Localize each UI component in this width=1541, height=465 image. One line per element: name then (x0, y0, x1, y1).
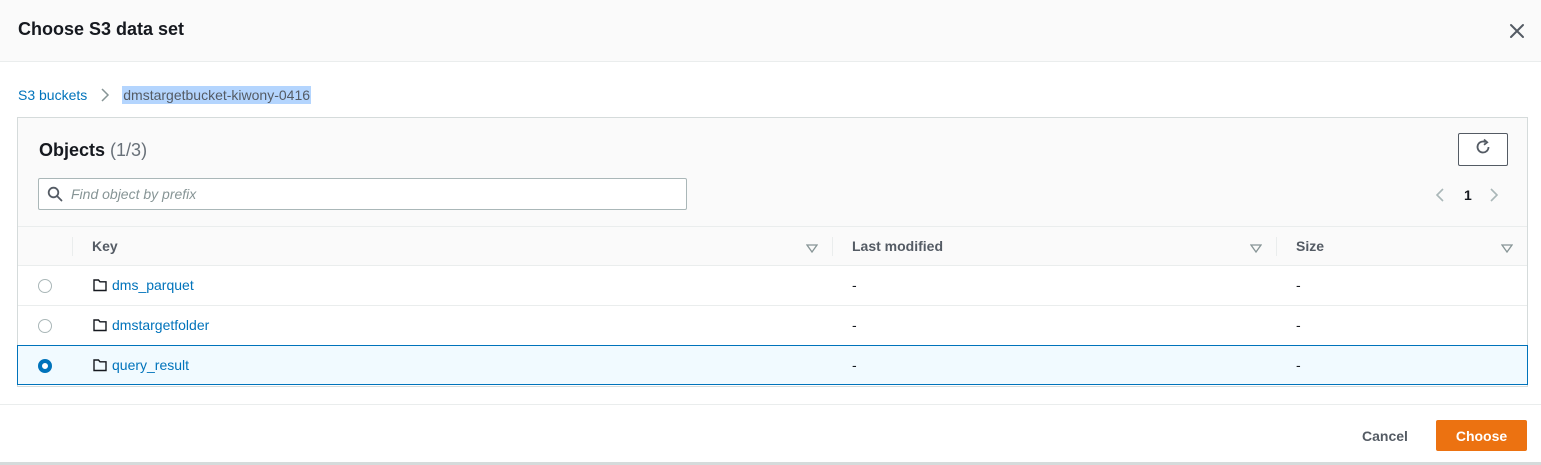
sort-caret-icon[interactable] (1249, 241, 1263, 254)
size-cell: - (1296, 317, 1301, 333)
row-radio[interactable] (38, 319, 52, 333)
column-header-size[interactable]: Size (1296, 227, 1324, 265)
chevron-right-icon (98, 88, 112, 102)
refresh-icon (1474, 138, 1492, 161)
column-header-last-modified[interactable]: Last modified (852, 227, 943, 265)
close-icon[interactable] (1506, 20, 1528, 42)
table-row[interactable]: dmstargetfolder - - (18, 306, 1527, 346)
page-number[interactable]: 1 (1464, 187, 1472, 203)
objects-title: Objects (1/3) (39, 140, 147, 161)
object-key-link[interactable]: query_result (112, 357, 189, 373)
table-row-selected[interactable]: query_result - - (17, 345, 1528, 385)
search-input[interactable] (71, 179, 681, 209)
folder-icon (93, 278, 107, 292)
objects-container: Objects (1/3) Find object by prefix 1 Ke… (17, 117, 1528, 387)
last-modified-cell: - (852, 357, 857, 373)
objects-title-label: Objects (39, 140, 106, 160)
row-radio-checked[interactable] (38, 359, 52, 373)
object-key-link[interactable]: dms_parquet (112, 277, 194, 293)
folder-icon (93, 358, 107, 372)
column-header-key[interactable]: Key (92, 227, 118, 265)
column-divider (832, 237, 833, 256)
pagination: 1 (1432, 184, 1502, 206)
last-modified-cell: - (852, 277, 857, 293)
modal-title: Choose S3 data set (18, 19, 185, 39)
refresh-button[interactable] (1458, 133, 1508, 166)
size-cell: - (1296, 357, 1301, 373)
sort-caret-icon[interactable] (805, 241, 819, 254)
size-cell: - (1296, 277, 1301, 293)
modal-footer: Cancel Choose (0, 404, 1541, 465)
choose-button[interactable]: Choose (1436, 420, 1527, 451)
search-field (38, 178, 687, 210)
object-key-link[interactable]: dmstargetfolder (112, 317, 209, 333)
objects-count: (1/3) (110, 140, 148, 160)
objects-table: Key Last modified Size dms_parquet - - d… (17, 226, 1528, 385)
table-header: Key Last modified Size (18, 226, 1527, 266)
search-icon (47, 186, 63, 202)
modal-header: Choose S3 data set (0, 0, 1541, 62)
chevron-right-icon[interactable] (1486, 187, 1502, 203)
last-modified-cell: - (852, 317, 857, 333)
row-radio[interactable] (38, 279, 52, 293)
cancel-button[interactable]: Cancel (1346, 421, 1424, 451)
breadcrumb-current-bucket: dmstargetbucket-kiwony-0416 (122, 86, 312, 104)
folder-icon (93, 318, 107, 332)
objects-header: Objects (1/3) Find object by prefix 1 (18, 118, 1527, 226)
breadcrumb-s3-buckets[interactable]: S3 buckets (18, 87, 87, 103)
sort-caret-icon[interactable] (1500, 241, 1514, 254)
table-row[interactable]: dms_parquet - - (18, 266, 1527, 306)
breadcrumb: S3 buckets dmstargetbucket-kiwony-0416 (18, 85, 312, 105)
chevron-left-icon[interactable] (1432, 187, 1448, 203)
column-divider (1276, 237, 1277, 256)
choose-s3-dataset-modal: Choose S3 data set S3 buckets dmstargetb… (0, 0, 1541, 465)
column-divider (72, 237, 73, 256)
